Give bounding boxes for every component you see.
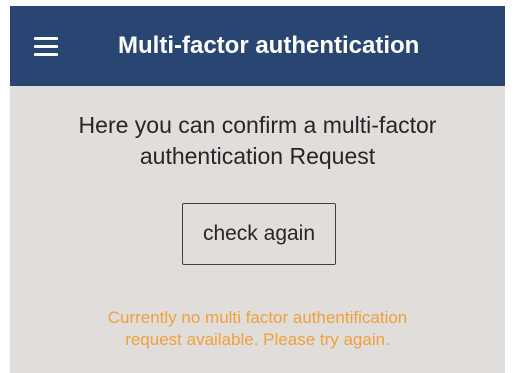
description-text: Here you can confirm a multi-factor auth… (30, 110, 485, 172)
menu-line (34, 36, 58, 40)
check-again-button[interactable]: check again (182, 203, 336, 265)
menu-line (34, 52, 58, 56)
hamburger-menu-icon[interactable] (34, 28, 70, 64)
description-line: Here you can confirm a multi-factor (78, 112, 437, 138)
page-title: Multi-factor authentication (118, 32, 420, 59)
status-line: request available. Please try again. (125, 330, 390, 349)
description-line: authentication Request (139, 143, 376, 169)
app-screen: Multi-factor authentication Here you can… (10, 6, 505, 373)
status-line: Currently no multi factor authentificati… (107, 308, 408, 327)
app-bar: Multi-factor authentication (10, 6, 505, 86)
menu-line (34, 44, 58, 48)
status-message: Currently no multi factor authentificati… (30, 307, 485, 351)
main-content: Here you can confirm a multi-factor auth… (10, 86, 505, 373)
